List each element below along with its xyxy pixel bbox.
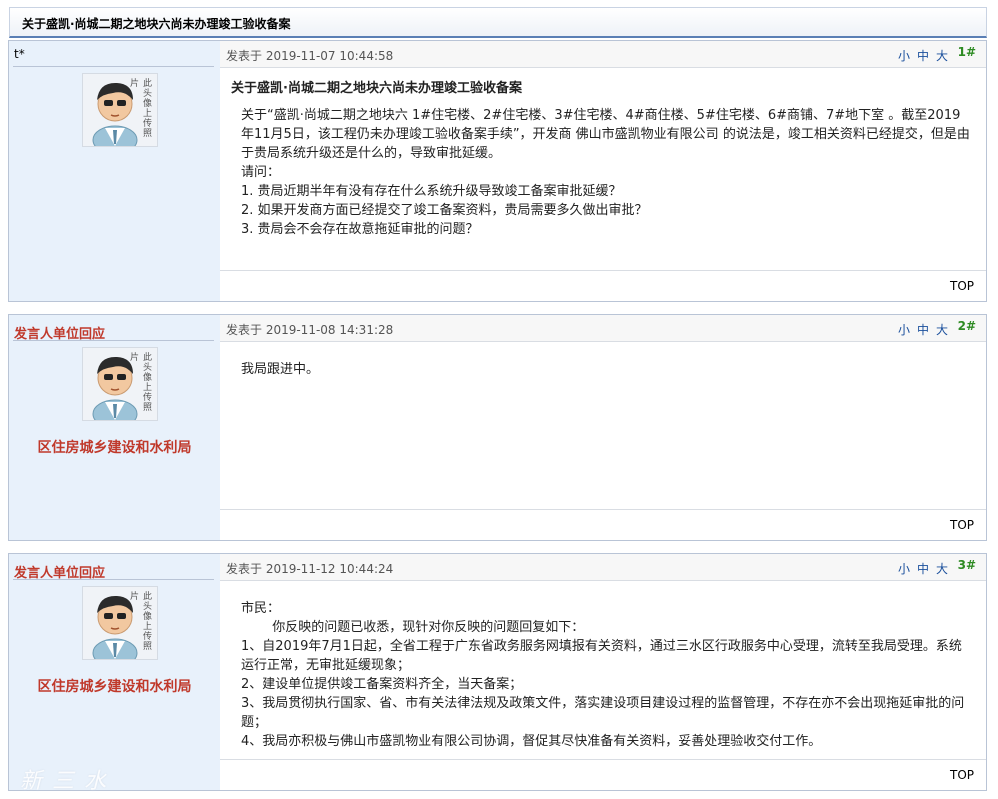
responder-unit-name: 区住房城乡建设和水利局 xyxy=(9,678,220,697)
post-paragraph: 我局跟进中。 xyxy=(241,362,320,377)
post-paragraph: 3、我局贯彻执行国家、省、市有关法律法规及政策文件，落实建设项目建设过程的监督管… xyxy=(241,696,965,730)
post-paragraph: 市民： xyxy=(241,601,281,616)
site-watermark: 新三水 xyxy=(20,769,117,794)
font-size-switcher: 小中大 xyxy=(891,47,948,64)
post-heading: 关于盛凯·尚城二期之地块六尚未办理竣工验收备案 xyxy=(231,81,522,96)
back-to-top-link[interactable]: TOP xyxy=(950,768,974,782)
font-small-button[interactable]: 小 xyxy=(898,323,910,337)
post-paragraph: 2. 如果开发商方面已经提交了竣工备案资料，贵局需要多久做出审批？ xyxy=(241,203,648,218)
post-footer: TOP xyxy=(220,270,986,301)
post-floor-number[interactable]: 2# xyxy=(958,319,976,333)
post-paragraph: 请问： xyxy=(241,165,281,180)
post-timestamp: 发表于 2019-11-08 14:31:28 xyxy=(226,323,394,337)
post-meta: 发表于 2019-11-12 10:44:24 小中大 3# xyxy=(220,554,986,581)
thread-title: 关于盛凯·尚城二期之地块六尚未办理竣工验收备案 xyxy=(22,17,291,31)
divider xyxy=(13,66,214,67)
divider xyxy=(13,579,214,580)
avatar[interactable]: 此头像上传照片 xyxy=(82,73,158,155)
post-paragraph: 2、建设单位提供竣工备案资料齐全，当天备案； xyxy=(241,677,523,692)
post-paragraph: 3. 贵局会不会存在故意拖延审批的问题？ xyxy=(241,222,479,237)
post-paragraph: 关于“盛凯·尚城二期之地块六 1#住宅楼、2#住宅楼、3#住宅楼、4#商住楼、5… xyxy=(241,108,970,161)
post-author-name[interactable]: t* xyxy=(14,47,25,61)
font-small-button[interactable]: 小 xyxy=(898,49,910,63)
post-footer: TOP xyxy=(220,759,986,790)
avatar-caption: 此头像上传照片 xyxy=(128,591,151,651)
unit-line: 区住房城乡建设和水利局 xyxy=(37,440,192,456)
responder-unit-name: 区住房城乡建设和水利局 xyxy=(9,439,220,458)
avatar-caption: 此头像上传照片 xyxy=(128,78,151,138)
avatar-caption: 此头像上传照片 xyxy=(128,352,151,412)
avatar[interactable]: 此头像上传照片 xyxy=(82,347,158,429)
post-author-panel: 发言人单位回应 此头像上传照片 区住房城乡建设和水利局 xyxy=(9,554,220,790)
post-1: t* 此头像上传照片 发表于 2019-11-07 10:44:58 小中大 1… xyxy=(8,40,987,302)
avatar[interactable]: 此头像上传照片 xyxy=(82,586,158,668)
post-body: 发表于 2019-11-07 10:44:58 小中大 1# 关于盛凯·尚城二期… xyxy=(220,41,986,301)
post-timestamp: 发表于 2019-11-12 10:44:24 xyxy=(226,562,394,576)
post-paragraph: 4、我局亦积极与佛山市盛凯物业有限公司协调，督促其尽快准备有关资料，妥善处理验收… xyxy=(241,734,822,749)
post-floor-number[interactable]: 3# xyxy=(958,558,976,572)
post-content: 我局跟进中。 xyxy=(241,360,972,379)
post-paragraph: 1. 贵局近期半年有没有存在什么系统升级导致竣工备案审批延缓？ xyxy=(241,184,622,199)
post-meta: 发表于 2019-11-08 14:31:28 小中大 2# xyxy=(220,315,986,342)
font-small-button[interactable]: 小 xyxy=(898,562,910,576)
post-3: 发言人单位回应 此头像上传照片 区住房城乡建设和水利局 发表于 2019-11-… xyxy=(8,553,987,791)
post-author-panel: 发言人单位回应 此头像上传照片 区住房城乡建设和水利局 xyxy=(9,315,220,540)
post-author-panel: t* 此头像上传照片 xyxy=(9,41,220,301)
font-large-button[interactable]: 大 xyxy=(936,49,948,63)
post-content: 市民： 你反映的问题已收悉，现针对你反映的问题回复如下： 1、自2019年7月1… xyxy=(241,599,972,751)
back-to-top-link[interactable]: TOP xyxy=(950,518,974,532)
post-timestamp: 发表于 2019-11-07 10:44:58 xyxy=(226,49,394,63)
post-meta: 发表于 2019-11-07 10:44:58 小中大 1# xyxy=(220,41,986,68)
font-large-button[interactable]: 大 xyxy=(936,562,948,576)
unit-line: 区住房城乡建设和水利局 xyxy=(37,679,192,695)
post-2: 发言人单位回应 此头像上传照片 区住房城乡建设和水利局 发表于 2019-11-… xyxy=(8,314,987,541)
font-size-switcher: 小中大 xyxy=(891,560,948,577)
back-to-top-link[interactable]: TOP xyxy=(950,279,974,293)
post-floor-number[interactable]: 1# xyxy=(958,45,976,59)
font-medium-button[interactable]: 中 xyxy=(917,49,929,63)
post-paragraph: 1、自2019年7月1日起，全省工程于广东省政务服务网填报有关资料，通过三水区行… xyxy=(241,639,962,673)
post-paragraph: 你反映的问题已收悉，现针对你反映的问题回复如下： xyxy=(272,620,585,635)
font-large-button[interactable]: 大 xyxy=(936,323,948,337)
post-body: 发表于 2019-11-12 10:44:24 小中大 3# 市民： 你反映的问… xyxy=(220,554,986,790)
thread-title-bar: 关于盛凯·尚城二期之地块六尚未办理竣工验收备案 xyxy=(9,7,987,38)
font-medium-button[interactable]: 中 xyxy=(917,562,929,576)
font-medium-button[interactable]: 中 xyxy=(917,323,929,337)
post-footer: TOP xyxy=(220,509,986,540)
post-body: 发表于 2019-11-08 14:31:28 小中大 2# 我局跟进中。 TO… xyxy=(220,315,986,540)
divider xyxy=(13,340,214,341)
font-size-switcher: 小中大 xyxy=(891,321,948,338)
post-content: 关于盛凯·尚城二期之地块六尚未办理竣工验收备案 关于“盛凯·尚城二期之地块六 1… xyxy=(231,79,972,239)
